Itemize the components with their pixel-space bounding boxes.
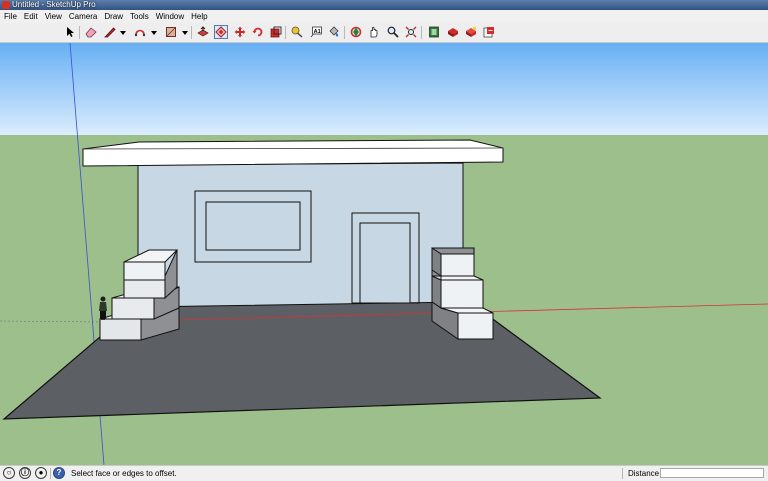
sky	[0, 43, 768, 135]
extension-warehouse-tool-icon[interactable]	[464, 25, 478, 39]
orbit-tool-icon[interactable]	[349, 25, 363, 39]
menu-help[interactable]: Help	[187, 10, 210, 23]
rectangle-dropdown-icon[interactable]	[182, 31, 188, 35]
window-title: Untitled - SketchUp Pro	[12, 0, 96, 9]
eraser-tool-icon[interactable]	[84, 25, 98, 39]
text-tool-icon[interactable]: A1	[309, 25, 323, 39]
tape-measure-tool-icon[interactable]	[290, 25, 304, 39]
pan-tool-icon[interactable]	[367, 25, 381, 39]
menu-view[interactable]: View	[41, 10, 65, 23]
svg-text:A1: A1	[314, 29, 321, 35]
rectangle-tool-icon[interactable]	[164, 25, 178, 39]
instructor-help-icon[interactable]: ?	[53, 467, 65, 479]
door	[359, 222, 411, 304]
offset-tool-icon[interactable]	[214, 25, 228, 39]
warehouse-tool-icon[interactable]	[446, 25, 460, 39]
menu-window[interactable]: Window	[152, 10, 187, 23]
geo-location-icon[interactable]: ○	[3, 467, 15, 479]
pencil-dropdown-icon[interactable]	[120, 31, 126, 35]
credits-icon[interactable]: ⓘ	[19, 467, 31, 479]
menu-tools[interactable]: Tools	[126, 10, 152, 23]
select-tool-icon[interactable]	[63, 25, 77, 39]
paint-bucket-tool-icon[interactable]	[327, 25, 341, 39]
menu-bar: File Edit View Camera Draw Tools Window Help	[0, 10, 768, 24]
measurement-input[interactable]	[660, 468, 764, 478]
zoom-tool-icon[interactable]	[386, 25, 400, 39]
push-pull-tool-icon[interactable]	[196, 25, 210, 39]
menu-camera[interactable]: Camera	[65, 10, 100, 23]
status-hint: Select face or edges to offset.	[71, 469, 177, 478]
status-bar: ○ ⓘ ● ? Select face or edges to offset. …	[0, 465, 768, 481]
sketchup-logo-icon	[2, 1, 10, 9]
arc-dropdown-icon[interactable]	[151, 31, 157, 35]
scale-tool-icon[interactable]	[269, 25, 283, 39]
main-toolbar: A1	[0, 23, 768, 43]
menu-draw[interactable]: Draw	[100, 10, 126, 23]
rotate-tool-icon[interactable]	[251, 25, 265, 39]
components-tool-icon[interactable]	[427, 25, 441, 39]
roof-slab	[82, 139, 504, 167]
move-tool-icon[interactable]	[233, 25, 247, 39]
measurement-label: Distance	[628, 469, 660, 478]
user-icon[interactable]: ●	[35, 467, 47, 479]
zoom-extents-tool-icon[interactable]	[404, 25, 418, 39]
menu-file[interactable]: File	[0, 10, 20, 23]
send-to-layout-tool-icon[interactable]	[482, 25, 496, 39]
scene-canvas[interactable]	[0, 43, 768, 465]
modeling-viewport[interactable]	[0, 43, 768, 465]
pencil-tool-icon[interactable]	[103, 25, 117, 39]
menu-edit[interactable]: Edit	[20, 10, 41, 23]
arc-tool-icon[interactable]	[133, 25, 147, 39]
title-bar: Untitled - SketchUp Pro	[0, 0, 768, 10]
